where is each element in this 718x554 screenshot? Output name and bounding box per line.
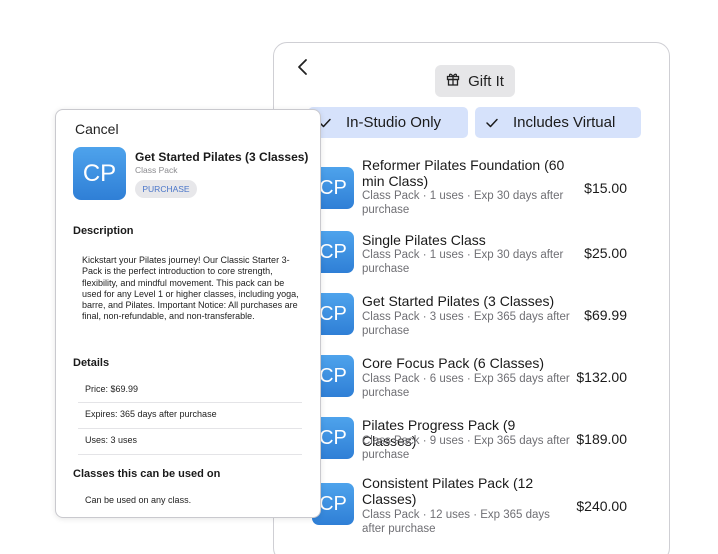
pack-subtitle: Class Pack · 9 uses · Exp 365 days after… [362,435,570,461]
detail-uses: Uses: 3 uses [85,435,138,445]
filter-in-studio-only[interactable]: In-Studio Only [308,107,468,138]
pack-name: Get Started Pilates (3 Classes) [362,293,555,309]
pack-price: $25.00 [584,245,627,261]
pack-row-progress[interactable]: CP Pilates Progress Pack (9 Classes) Cla… [274,417,669,479]
pack-row-get-started[interactable]: CP Get Started Pilates (3 Classes) Class… [274,293,669,355]
pack-price: $69.99 [584,307,627,323]
purchase-button[interactable]: PURCHASE [135,180,197,198]
pack-subtitle: Class Pack · 1 uses · Exp 30 days after … [362,190,564,216]
gift-it-label: Gift It [468,72,504,90]
pack-name: Consistent Pilates Pack (12 Classes) [362,475,534,507]
filter-label: In-Studio Only [346,114,442,131]
gift-it-button[interactable]: Gift It [435,65,515,97]
pack-row-consistent[interactable]: CP Consistent Pilates Pack (12 Classes) … [274,475,669,537]
pack-row-core-focus[interactable]: CP Core Focus Pack (6 Classes) Class Pac… [274,355,669,417]
divider [78,402,302,403]
gift-icon [446,72,460,90]
divider [78,454,302,455]
pack-price: $15.00 [584,180,627,196]
detail-title: Get Started Pilates (3 Classes) [135,150,309,164]
classes-heading: Classes this can be used on [73,468,221,480]
description-heading: Description [73,225,134,237]
pack-subtitle: Class Pack · 6 uses · Exp 365 days after… [362,373,570,399]
pack-price: $189.00 [576,431,627,447]
pack-subtitle: Class Pack · 12 uses · Exp 365 days afte… [362,509,550,535]
back-chevron-icon[interactable] [294,57,314,77]
filter-label: Includes Virtual [513,114,616,131]
pack-subtitle: Class Pack · 3 uses · Exp 365 days after… [362,311,570,337]
filter-includes-virtual[interactable]: Includes Virtual [475,107,641,138]
detail-type: Class Pack [135,165,178,175]
detail-price: Price: $69.99 [85,384,139,394]
cancel-button[interactable]: Cancel [75,121,119,137]
pack-name: Single Pilates Class [362,232,486,248]
divider [78,428,302,429]
details-heading: Details [73,357,110,369]
pack-name: Core Focus Pack (6 Classes) [362,355,545,371]
pack-detail-panel: Cancel CP Get Started Pilates (3 Classes… [55,109,321,518]
pack-price: $240.00 [576,498,627,514]
pack-subtitle: Class Pack · 1 uses · Exp 30 days after … [362,249,564,275]
detail-avatar: CP [73,147,126,200]
pack-name: Reformer Pilates Foundation (60 min Clas… [362,157,565,189]
class-pack-list-panel: Gift It In-Studio Only Includes Virtual … [273,42,670,554]
classes-text: Can be used on any class. [85,495,192,505]
pack-price: $132.00 [576,369,627,385]
description-text: Kickstart your Pilates journey! Our Clas… [82,255,299,322]
pack-row-reformer-foundation[interactable]: CP Reformer Pilates Foundation (60 min C… [274,157,669,219]
checkmark-icon [485,116,499,130]
pack-row-single-class[interactable]: CP Single Pilates Class Class Pack · 1 u… [274,231,669,293]
detail-expires: Expires: 365 days after purchase [85,409,217,419]
